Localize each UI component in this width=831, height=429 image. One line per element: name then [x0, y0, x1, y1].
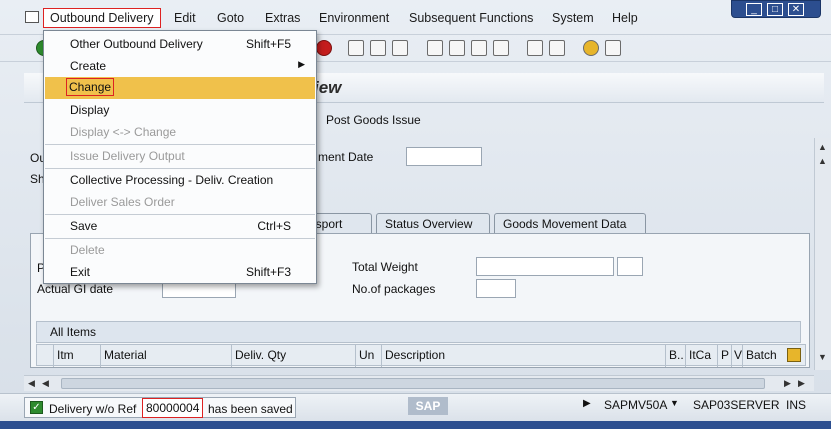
find-icon[interactable]: [370, 40, 386, 56]
menu-item-deliver-sales-order: Deliver Sales Order: [70, 195, 175, 209]
menu-item-change[interactable]: Change: [45, 77, 315, 99]
planned-date-label: ment Date: [318, 150, 374, 164]
menu-goto[interactable]: Goto: [217, 11, 244, 25]
menu-item-issue-delivery-output: Issue Delivery Output: [70, 149, 185, 163]
menu-item-delete: Delete: [70, 243, 105, 257]
post-goods-issue-button[interactable]: Post Goods Issue: [326, 113, 421, 127]
close-icon[interactable]: ✕: [788, 3, 804, 16]
status-message[interactable]: ✓ Delivery w/o Ref 80000004 has been sav…: [24, 397, 296, 418]
tab-status-overview[interactable]: Status Overview: [376, 213, 490, 234]
menu-outbound-delivery[interactable]: Outbound Delivery: [43, 8, 161, 28]
scroll-thumb[interactable]: [61, 378, 765, 389]
menu-bar: Outbound Delivery Edit Goto Extras Envir…: [0, 4, 831, 32]
column-header[interactable]: Deliv. Qty: [235, 348, 286, 362]
maximize-icon[interactable]: □: [767, 3, 783, 16]
insert-mode: INS: [786, 398, 807, 412]
scroll-up-icon[interactable]: ▲: [818, 156, 827, 166]
menu-item-create[interactable]: Create ▶: [45, 55, 315, 77]
menu-item-display[interactable]: Display: [45, 99, 315, 121]
window-controls: _ □ ✕: [731, 0, 821, 18]
scroll-left-icon[interactable]: ◀: [42, 378, 49, 389]
planned-date-input[interactable]: [406, 147, 482, 166]
total-weight-input[interactable]: [476, 257, 614, 276]
delivery-number: 80000004: [142, 398, 204, 418]
status-expand-icon[interactable]: ▶: [583, 398, 591, 409]
shortcut-icon[interactable]: [549, 40, 565, 56]
column-header[interactable]: Batch: [746, 348, 777, 362]
vertical-scrollbar[interactable]: ▲ ▲ ▼: [814, 138, 831, 370]
column-header[interactable]: P: [721, 348, 729, 362]
menu-item-save[interactable]: Save Ctrl+S: [45, 215, 315, 237]
menu-environment[interactable]: Environment: [319, 11, 389, 25]
menu-item-collective-processing[interactable]: Collective Processing - Deliv. Creation: [45, 169, 315, 191]
weight-unit-input[interactable]: [617, 257, 643, 276]
actual-gi-date-label: Actual GI date: [37, 282, 114, 296]
find-next-icon[interactable]: [392, 40, 408, 56]
server-name: SAP03SERVER: [693, 398, 780, 412]
column-header[interactable]: ItCa: [689, 348, 711, 362]
outbound-delivery-menu: Other Outbound Delivery Shift+F5 Create …: [43, 30, 317, 284]
program-name: SAPMV50A: [604, 398, 668, 412]
scroll-right-icon[interactable]: ▶: [784, 378, 791, 389]
scroll-up-icon[interactable]: ▲: [818, 142, 827, 152]
cancel-icon[interactable]: [316, 40, 332, 56]
status-message-prefix: Delivery w/o Ref: [49, 402, 137, 416]
minimize-icon[interactable]: _: [746, 3, 762, 16]
column-header[interactable]: Material: [104, 348, 147, 362]
items-section-header: All Items: [36, 321, 801, 343]
scroll-right-icon[interactable]: ▶: [798, 378, 805, 389]
menu-extras[interactable]: Extras: [265, 11, 300, 25]
window-bottom-border: [0, 421, 831, 429]
status-bar: ✓ Delivery w/o Ref 80000004 has been sav…: [0, 393, 831, 421]
first-page-icon[interactable]: [427, 40, 443, 56]
create-session-icon[interactable]: [527, 40, 543, 56]
packages-label: No.of packages: [352, 282, 436, 296]
column-header[interactable]: V: [734, 348, 742, 362]
column-header[interactable]: B..: [669, 348, 684, 362]
help-icon[interactable]: [583, 40, 599, 56]
customize-layout-icon[interactable]: [605, 40, 621, 56]
menu-item-other-outbound-delivery[interactable]: Other Outbound Delivery Shift+F5: [45, 33, 315, 55]
sap-window: Outbound Delivery Edit Goto Extras Envir…: [0, 0, 831, 429]
menu-help[interactable]: Help: [612, 11, 638, 25]
page-title: iew: [314, 78, 342, 97]
items-table-header: Itm Material Deliv. Qty Un Description B…: [36, 344, 806, 367]
next-page-icon[interactable]: [471, 40, 487, 56]
table-settings-icon[interactable]: [787, 348, 801, 362]
last-page-icon[interactable]: [493, 40, 509, 56]
menu-item-display-change: Display <-> Change: [70, 125, 177, 139]
column-header[interactable]: Itm: [57, 348, 74, 362]
horizontal-scrollbar[interactable]: ◀ ◀ ▶ ▶: [24, 375, 814, 391]
menu-item-exit[interactable]: Exit Shift+F3: [45, 261, 315, 283]
column-header[interactable]: Un: [359, 348, 374, 362]
packages-input[interactable]: [476, 279, 516, 298]
column-header[interactable]: Description: [385, 348, 445, 362]
status-message-suffix: has been saved: [208, 402, 293, 416]
menu-edit[interactable]: Edit: [174, 11, 196, 25]
sap-logo: SAP: [408, 397, 448, 415]
scroll-left-icon[interactable]: ◀: [28, 378, 35, 389]
menu-subsequent-functions[interactable]: Subsequent Functions: [409, 11, 533, 25]
print-icon[interactable]: [348, 40, 364, 56]
tab-goods-movement-data[interactable]: Goods Movement Data: [494, 213, 646, 234]
menu-system[interactable]: System: [552, 11, 594, 25]
total-weight-label: Total Weight: [352, 260, 418, 274]
submenu-arrow-icon: ▶: [298, 59, 305, 69]
scroll-down-icon[interactable]: ▼: [818, 352, 827, 362]
items-section-title: All Items: [50, 325, 97, 339]
system-info-dropdown-icon[interactable]: ▼: [670, 398, 679, 408]
window-menu-icon[interactable]: [25, 11, 39, 23]
previous-page-icon[interactable]: [449, 40, 465, 56]
success-check-icon: ✓: [30, 401, 43, 414]
